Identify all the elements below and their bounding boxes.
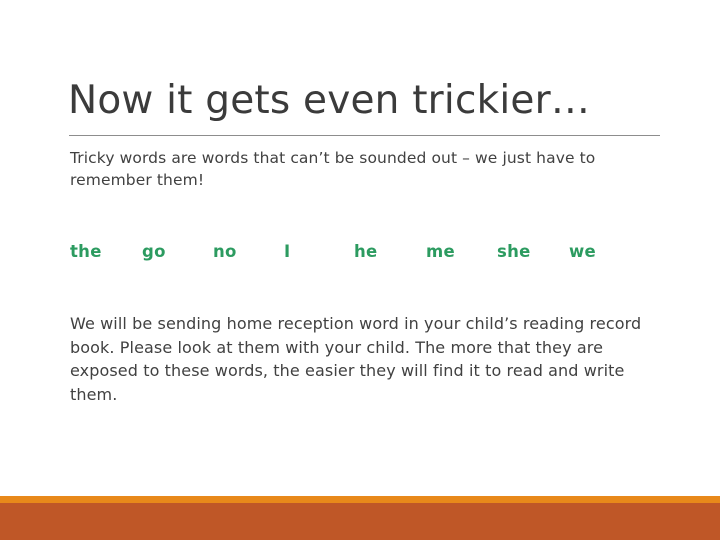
slide: Now it gets even trickier… Tricky words …	[0, 0, 720, 540]
tricky-word: she	[497, 242, 531, 261]
footer-accent-bar-rust	[0, 503, 720, 540]
tricky-word: go	[142, 242, 166, 261]
tricky-word: I	[284, 242, 291, 261]
tricky-word: we	[569, 242, 597, 261]
footer-accent-bar-orange	[0, 496, 720, 503]
tricky-word: the	[70, 242, 102, 261]
title-underline-rule	[69, 135, 660, 136]
page-title: Now it gets even trickier…	[68, 78, 591, 123]
tricky-word: he	[354, 242, 378, 261]
intro-paragraph: Tricky words are words that can’t be sou…	[70, 149, 596, 189]
closing-paragraph: We will be sending home reception word i…	[70, 314, 642, 404]
tricky-word: me	[426, 242, 455, 261]
tricky-word: no	[213, 242, 237, 261]
tricky-words-row: the go no I he me she we	[70, 240, 630, 266]
